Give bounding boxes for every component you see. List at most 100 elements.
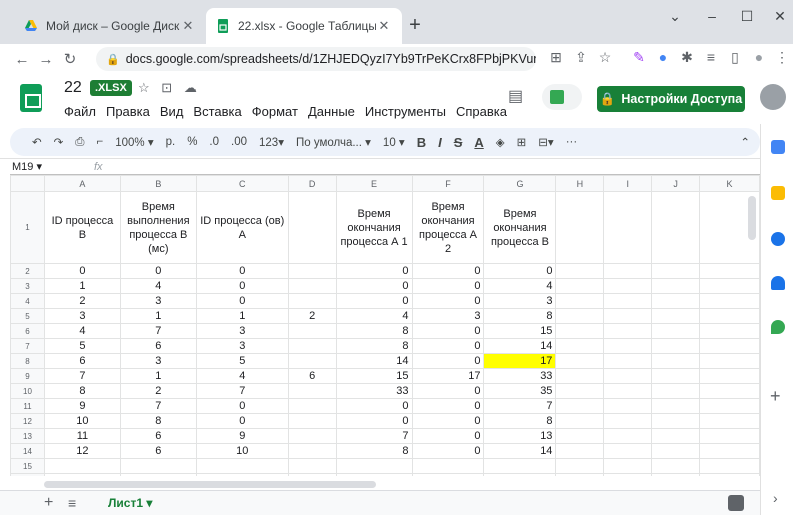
cell[interactable]: 3 [411, 308, 485, 324]
cell[interactable] [603, 293, 653, 309]
font-size-select[interactable]: 10 ▾ [383, 135, 405, 149]
cell[interactable] [483, 473, 557, 476]
cell[interactable] [555, 278, 605, 294]
cell[interactable] [603, 191, 653, 264]
column-header[interactable]: H [555, 175, 605, 192]
cell[interactable] [699, 368, 760, 384]
menu-tools[interactable]: Инструменты [365, 104, 446, 119]
cell[interactable]: 15 [335, 368, 413, 384]
cell[interactable]: 8 [335, 323, 413, 339]
cell[interactable] [699, 293, 760, 309]
row-number[interactable]: 2 [10, 263, 45, 279]
cell[interactable]: 7 [43, 368, 121, 384]
cell[interactable] [651, 428, 701, 444]
cell[interactable] [555, 353, 605, 369]
explore-icon[interactable] [728, 495, 744, 511]
cell[interactable] [651, 443, 701, 459]
cell[interactable] [651, 458, 701, 474]
cell[interactable]: 14 [335, 353, 413, 369]
cell[interactable]: 7 [483, 398, 557, 414]
cell[interactable]: Время окончания процесса А 2 [411, 191, 485, 264]
menu-edit[interactable]: Правка [106, 104, 150, 119]
cell[interactable] [119, 458, 197, 474]
maps-icon[interactable] [771, 320, 785, 334]
minimize-button[interactable]: – [697, 8, 727, 24]
keep-icon[interactable] [771, 186, 785, 200]
cell[interactable] [287, 428, 337, 444]
extension-icon[interactable]: ● [652, 49, 674, 65]
cell[interactable] [287, 338, 337, 354]
undo-icon[interactable]: ↶ [32, 135, 42, 149]
cell[interactable] [699, 338, 760, 354]
cell[interactable]: 1 [43, 278, 121, 294]
row-number[interactable]: 14 [10, 443, 45, 459]
cell[interactable]: 1 [119, 368, 197, 384]
cell[interactable] [603, 443, 653, 459]
row-number[interactable]: 10 [10, 383, 45, 399]
row-number[interactable]: 12 [10, 413, 45, 429]
cell[interactable]: 6 [119, 443, 197, 459]
cell[interactable] [651, 398, 701, 414]
column-header[interactable]: I [603, 175, 653, 192]
column-header[interactable]: F [411, 175, 485, 192]
cell[interactable]: 7 [119, 323, 197, 339]
row-number[interactable]: 3 [10, 278, 45, 294]
chevron-down-icon[interactable]: ⌄ [660, 8, 690, 25]
redo-icon[interactable]: ↷ [54, 135, 64, 149]
cell[interactable]: 2 [43, 293, 121, 309]
add-addon-icon[interactable]: + [770, 386, 781, 407]
cell[interactable]: 0 [335, 278, 413, 294]
cell[interactable]: 14 [483, 338, 557, 354]
cell[interactable] [195, 458, 289, 474]
cell[interactable]: 2 [287, 308, 337, 324]
increase-decimals-button[interactable]: .00 [231, 136, 247, 148]
cell[interactable]: Время выполнения процесса B (мс) [119, 191, 197, 264]
sidepanel-icon[interactable]: ▯ [724, 49, 746, 66]
cell[interactable] [603, 428, 653, 444]
share-button[interactable]: 🔒 Настройки Доступа [597, 86, 745, 112]
cell[interactable]: 1 [195, 308, 289, 324]
cell[interactable] [651, 278, 701, 294]
column-header[interactable]: J [651, 175, 701, 192]
maximize-button[interactable]: ☐ [732, 8, 762, 25]
cell[interactable] [335, 458, 413, 474]
cell[interactable]: 33 [335, 383, 413, 399]
italic-button[interactable]: I [438, 135, 442, 150]
cell[interactable]: 14 [483, 443, 557, 459]
row-number[interactable]: 15 [10, 458, 45, 474]
cell[interactable]: 0 [335, 398, 413, 414]
cell[interactable] [555, 473, 605, 476]
cell[interactable]: 3 [195, 338, 289, 354]
row-number[interactable]: 7 [10, 338, 45, 354]
cell[interactable] [555, 428, 605, 444]
move-folder-icon[interactable]: ⊡ [161, 80, 172, 95]
all-sheets-icon[interactable]: ≡ [68, 495, 88, 511]
borders-icon[interactable]: ⊞ [517, 135, 527, 149]
close-icon[interactable]: ✕ [376, 18, 392, 34]
pen-extension-icon[interactable]: ✎ [628, 49, 650, 66]
row-number[interactable]: 16 [10, 473, 45, 476]
cell[interactable] [555, 368, 605, 384]
cell[interactable] [603, 308, 653, 324]
cell[interactable]: ID процесса (ов) A [195, 191, 289, 264]
cell[interactable]: 0 [411, 428, 485, 444]
cell[interactable] [603, 338, 653, 354]
cell[interactable] [555, 413, 605, 429]
cell[interactable] [699, 443, 760, 459]
cell[interactable]: 8 [483, 308, 557, 324]
cell[interactable] [43, 458, 121, 474]
new-tab-button[interactable]: + [404, 14, 426, 37]
cell[interactable]: 6 [119, 338, 197, 354]
menu-view[interactable]: Вид [160, 104, 184, 119]
cell[interactable] [699, 278, 760, 294]
cell[interactable] [555, 338, 605, 354]
meet-button[interactable] [542, 84, 582, 110]
row-number[interactable]: 4 [10, 293, 45, 309]
cell[interactable] [287, 293, 337, 309]
close-window-button[interactable]: ✕ [765, 8, 793, 25]
cell[interactable]: 5 [195, 353, 289, 369]
menu-insert[interactable]: Вставка [193, 104, 241, 119]
cell[interactable]: 0 [335, 413, 413, 429]
name-box[interactable]: M19 ▾ [0, 160, 88, 173]
strikethrough-button[interactable]: S [454, 135, 463, 150]
